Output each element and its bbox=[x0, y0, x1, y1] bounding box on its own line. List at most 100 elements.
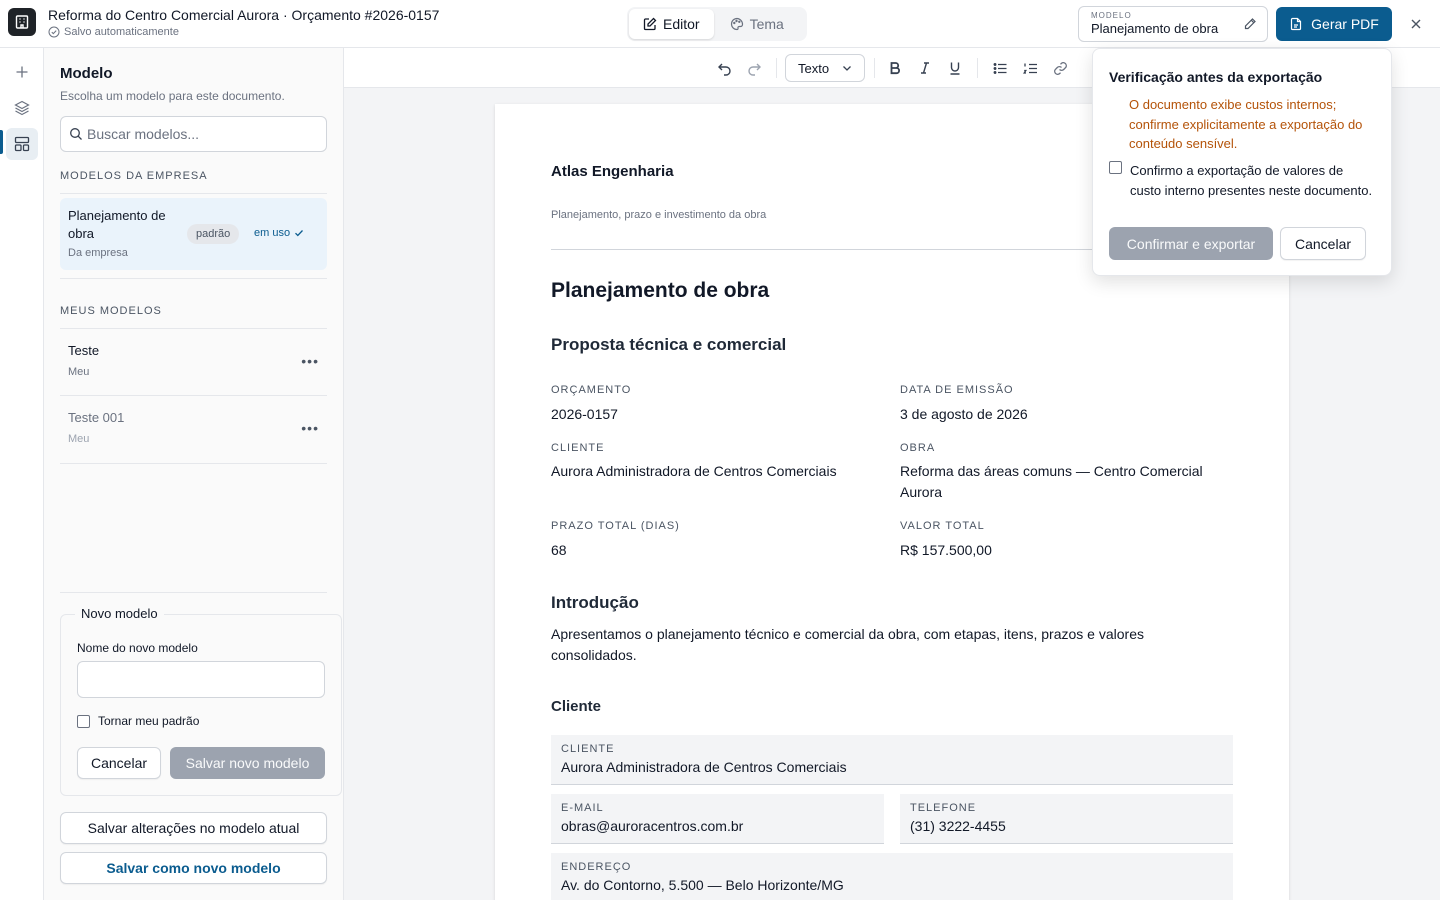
popover-title: Verificação antes da exportação bbox=[1109, 69, 1323, 85]
document-title: Planejamento de obra bbox=[551, 279, 770, 302]
model-selector[interactable]: MODELO Planejamento de obra bbox=[1078, 6, 1268, 42]
address-info-box: ENDEREÇO Av. do Contorno, 5.500 — Belo H… bbox=[551, 853, 1233, 900]
cancel-export-button[interactable]: Cancelar bbox=[1280, 227, 1366, 260]
underline-button[interactable] bbox=[943, 56, 967, 80]
in-use-label: em uso bbox=[254, 227, 291, 239]
model-selector-value: Planejamento de obra bbox=[1091, 21, 1219, 36]
generate-pdf-button[interactable]: Gerar PDF bbox=[1276, 7, 1392, 41]
save-as-new-button[interactable]: Salvar como novo modelo bbox=[60, 852, 327, 884]
export-check-popover: Verificação antes da exportação O docume… bbox=[1092, 48, 1392, 276]
file-pdf-icon bbox=[1291, 17, 1302, 31]
document-tagline: Planejamento, prazo e investimento da ob… bbox=[551, 209, 767, 221]
divider bbox=[60, 463, 327, 464]
template-origin: Meu bbox=[68, 433, 90, 445]
confirm-export-checkbox[interactable] bbox=[1109, 161, 1122, 174]
toolbar-separator bbox=[776, 58, 777, 78]
text-style-select[interactable]: Texto bbox=[785, 54, 865, 82]
phone-value: (31) 3222-4455 bbox=[910, 818, 1006, 834]
popover-warning: O documento exibe custos internos; confi… bbox=[1129, 97, 1363, 151]
tab-editor[interactable]: Editor bbox=[629, 9, 714, 39]
bullet-list-button[interactable] bbox=[988, 56, 1012, 80]
rail-add-button[interactable] bbox=[6, 56, 38, 88]
rail-layers-button[interactable] bbox=[6, 92, 38, 124]
meta-value-issue-date: 3 de agosto de 2026 bbox=[900, 406, 1028, 422]
meta-value-client: Aurora Administradora de Centros Comerci… bbox=[551, 463, 837, 479]
tab-theme-label: Tema bbox=[749, 16, 784, 32]
app-logo[interactable] bbox=[8, 8, 36, 36]
company-name: Atlas Engenharia bbox=[551, 163, 674, 180]
save-changes-button[interactable]: Salvar alterações no modelo atual bbox=[60, 812, 327, 844]
bold-button[interactable] bbox=[883, 56, 907, 80]
template-origin: Meu bbox=[68, 366, 90, 378]
email-label: E-MAIL bbox=[561, 802, 604, 814]
make-default-checkbox[interactable] bbox=[77, 714, 90, 728]
undo-button[interactable] bbox=[712, 56, 736, 80]
left-rail bbox=[0, 48, 44, 900]
search-input[interactable] bbox=[87, 126, 317, 142]
mode-switch: Editor Tema bbox=[627, 7, 807, 41]
layout-template-icon bbox=[14, 136, 30, 152]
confirm-export-label[interactable]: Confirmo a exportação de valores de cust… bbox=[1130, 161, 1375, 200]
pencil-icon[interactable] bbox=[1243, 17, 1257, 31]
confirm-export-button[interactable]: Confirmar e exportar bbox=[1109, 227, 1273, 260]
model-selector-label: MODELO bbox=[1091, 11, 1132, 20]
pencil-square-icon bbox=[643, 17, 657, 31]
close-button[interactable] bbox=[1406, 14, 1426, 34]
text-style-value: Texto bbox=[798, 60, 830, 76]
chevron-down-icon bbox=[843, 66, 851, 71]
rail-templates-button[interactable] bbox=[6, 128, 38, 160]
meta-label-issue-date: DATA DE EMISSÃO bbox=[900, 384, 1014, 396]
phone-info-box: TELEFONE (31) 3222-4455 bbox=[900, 794, 1233, 844]
numbered-list-icon bbox=[1022, 63, 1037, 74]
palette-icon bbox=[730, 17, 743, 31]
link-icon bbox=[1053, 61, 1067, 75]
tab-editor-label: Editor bbox=[663, 16, 700, 32]
divider bbox=[60, 193, 327, 194]
numbered-list-button[interactable] bbox=[1018, 56, 1042, 80]
template-search[interactable] bbox=[60, 116, 327, 152]
divider bbox=[60, 278, 327, 279]
meta-value-budget: 2026-0157 bbox=[551, 406, 618, 422]
template-item-planejamento[interactable]: Planejamento de obra padrão em uso Da em… bbox=[60, 198, 327, 270]
toolbar-separator bbox=[977, 58, 978, 78]
tab-theme[interactable]: Tema bbox=[716, 9, 798, 39]
rail-active-indicator bbox=[0, 130, 3, 154]
check-circle-icon bbox=[48, 26, 60, 38]
template-item-teste-001[interactable]: Teste 001 Meu ••• bbox=[60, 396, 327, 462]
make-default-row[interactable]: Tornar meu padrão bbox=[77, 714, 199, 728]
more-options-icon[interactable]: ••• bbox=[301, 420, 319, 436]
template-item-teste[interactable]: Teste Meu ••• bbox=[60, 329, 327, 395]
meta-value-total: R$ 157.500,00 bbox=[900, 542, 992, 558]
divider bbox=[60, 592, 327, 593]
redo-button[interactable] bbox=[742, 56, 766, 80]
meta-label-budget: ORÇAMENTO bbox=[551, 384, 632, 396]
intro-heading: Introdução bbox=[551, 593, 639, 612]
redo-icon bbox=[747, 63, 761, 76]
undo-icon bbox=[717, 63, 731, 76]
company-templates-heading: MODELOS DA EMPRESA bbox=[60, 170, 208, 182]
link-button[interactable] bbox=[1048, 56, 1072, 80]
meta-value-duration: 68 bbox=[551, 542, 567, 558]
plus-icon bbox=[16, 66, 28, 78]
intro-text: Apresentamos o planejamento técnico e co… bbox=[551, 626, 1144, 663]
bold-icon bbox=[890, 62, 900, 75]
client-info-box: CLIENTE Aurora Administradora de Centros… bbox=[551, 735, 1233, 785]
address-value: Av. do Contorno, 5.500 — Belo Horizonte/… bbox=[561, 877, 844, 893]
more-options-icon[interactable]: ••• bbox=[301, 353, 319, 369]
template-name: Planejamento de obra bbox=[68, 208, 166, 241]
bullet-list-icon bbox=[993, 62, 1006, 74]
save-new-model-button[interactable]: Salvar novo modelo bbox=[170, 747, 325, 779]
cancel-new-model-button[interactable]: Cancelar bbox=[77, 747, 161, 779]
document-title: Reforma do Centro Comercial Aurora · Orç… bbox=[48, 7, 440, 23]
new-model-legend: Novo modelo bbox=[75, 606, 164, 621]
email-info-box: E-MAIL obras@auroracentros.com.br bbox=[551, 794, 884, 844]
meta-label-client: CLIENTE bbox=[551, 442, 605, 454]
make-default-label: Tornar meu padrão bbox=[98, 714, 200, 728]
save-status: Salvo automaticamente bbox=[48, 26, 179, 38]
search-icon bbox=[70, 128, 82, 140]
meta-label-project: OBRA bbox=[900, 442, 936, 454]
italic-button[interactable] bbox=[913, 56, 937, 80]
new-model-name-input[interactable] bbox=[77, 661, 325, 698]
email-value: obras@auroracentros.com.br bbox=[561, 818, 744, 834]
my-templates-heading: MEUS MODELOS bbox=[60, 305, 162, 317]
